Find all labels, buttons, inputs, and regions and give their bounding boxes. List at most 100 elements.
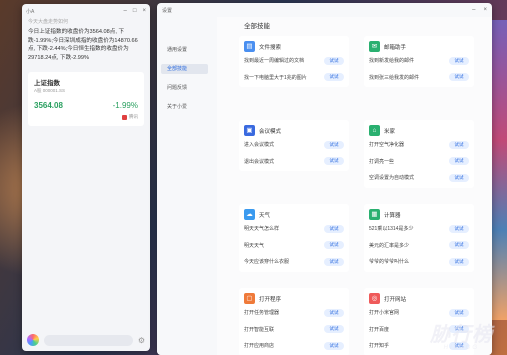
- assistant-input[interactable]: [44, 334, 133, 346]
- watermark: 胁行榜: [430, 324, 493, 346]
- try-button[interactable]: 试试: [324, 224, 344, 233]
- calculator-icon: ▦: [369, 209, 380, 220]
- try-button[interactable]: 试试: [324, 73, 344, 82]
- stock-card[interactable]: 上证指数 A股 000001.SS 3564.08 -1.99% 腾讯: [28, 72, 144, 126]
- skill-card-header: ▣ 会议模式: [244, 125, 344, 136]
- settings-titlebar: 设置 – ×: [157, 3, 492, 17]
- skill-example-text: 打开空气净化器: [369, 142, 405, 149]
- sidebar-item-feedback[interactable]: 问题反馈: [161, 83, 208, 93]
- settings-sidebar: 通用设置 全部技能 问题反馈 关于小爱: [157, 17, 212, 355]
- close-icon[interactable]: ×: [142, 8, 146, 14]
- skill-example-text: 找到张三给我发的邮件: [369, 74, 420, 81]
- settings-title: 设置: [162, 7, 173, 14]
- try-button[interactable]: 试试: [324, 325, 344, 334]
- skill-example-row: 空调设置为自动模式 试试: [369, 170, 469, 186]
- gear-icon[interactable]: ⚙: [138, 336, 145, 345]
- try-button[interactable]: 试试: [324, 56, 344, 65]
- sidebar-item-all-skills[interactable]: 全部技能: [161, 64, 208, 74]
- skill-example-row: 找到新发给我的邮件 试试: [369, 53, 469, 69]
- close-icon[interactable]: ×: [483, 7, 487, 13]
- skill-card: ▢ 打开程序 打开任务管理器 试试 打开智能互联 试试 打开应用商店 试试: [239, 288, 349, 355]
- skill-card-title: 邮箱助手: [384, 44, 407, 51]
- try-button[interactable]: 试试: [449, 56, 469, 65]
- page-title: 全部技能: [244, 23, 270, 30]
- assistant-input-bar: ⚙: [22, 329, 150, 351]
- assistant-app-label: 小A: [26, 8, 35, 15]
- stock-name: 上证指数: [34, 80, 60, 87]
- open-app-icon: ▢: [244, 293, 255, 304]
- skill-card-title: 米家: [384, 128, 396, 135]
- skill-example-text: 打开智能互联: [244, 326, 275, 333]
- file-search-icon: ▤: [244, 41, 255, 52]
- skill-card: ☁ 天气 明天天气怎么样 试试 明天天气 试试 今天应该穿什么衣服 试试: [239, 204, 349, 272]
- try-button[interactable]: 试试: [449, 73, 469, 82]
- try-button[interactable]: 试试: [324, 157, 344, 166]
- try-button[interactable]: 试试: [449, 173, 469, 182]
- skill-example-text: 打开应用商店: [244, 343, 275, 350]
- skill-example-text: 找到新发给我的邮件: [369, 58, 415, 65]
- sidebar-item-about[interactable]: 关于小爱: [161, 102, 208, 112]
- minimize-icon[interactable]: –: [472, 7, 475, 13]
- stock-source: 腾讯: [129, 114, 138, 119]
- skill-example-text: 打开小米官网: [369, 310, 400, 317]
- try-button[interactable]: 试试: [449, 224, 469, 233]
- skill-example-row: 打开空气净化器 试试: [369, 137, 469, 153]
- skill-example-text: 打开知乎: [369, 343, 390, 350]
- xiaoai-logo-icon[interactable]: [27, 334, 39, 346]
- skill-card-header: ▢ 打开程序: [244, 293, 344, 304]
- skill-card-title: 打开网站: [384, 296, 407, 303]
- skill-example-text: 找到最近一周编辑过的文档: [244, 58, 305, 65]
- skill-example-text: 进入会议模式: [244, 142, 275, 149]
- skill-card-header: ▤ 文件搜索: [244, 41, 344, 52]
- try-button[interactable]: 试试: [449, 241, 469, 250]
- skill-example-row: 找一下电脑里大于1兆的图片 试试: [244, 70, 344, 86]
- skill-card-title: 文件搜索: [259, 44, 282, 51]
- try-button[interactable]: 试试: [324, 140, 344, 149]
- assistant-reply: 今日上证指数的收盘价为3564.08点, 下跌-1.99%;今日深圳成指的收盘价…: [28, 29, 138, 61]
- stock-price: 3564.08: [34, 101, 63, 110]
- skill-example-row: 明天天气怎么样 试试: [244, 221, 344, 237]
- skill-example-row: 进入会议模式 试试: [244, 137, 344, 153]
- skill-example-row: 找到张三给我发的邮件 试试: [369, 70, 469, 86]
- skill-example-text: 打开任务管理器: [244, 310, 280, 317]
- skill-card: ▣ 会议模式 进入会议模式 试试 退出会议模式 试试: [239, 120, 349, 171]
- skills-panel: 全部技能 ▤ 文件搜索 找到最近一周编辑过的文档 试试 找一下电脑里大于1兆的图片 试试 ✉…: [217, 17, 492, 355]
- try-button[interactable]: 试试: [449, 308, 469, 317]
- skill-example-row: 打开智能互联 试试: [244, 322, 344, 338]
- try-button[interactable]: 试试: [324, 257, 344, 266]
- skill-card: ✉ 邮箱助手 找到新发给我的邮件 试试 找到张三给我发的邮件 试试: [364, 36, 474, 87]
- skill-card: ⌂ 米家 打开空气净化器 试试 打调亮一些 试试 空调设置为自动模式 试试: [364, 120, 474, 188]
- sidebar-item-general[interactable]: 通用设置: [161, 45, 208, 55]
- skill-example-row: 521乘以1314是多少 试试: [369, 221, 469, 237]
- user-query: 今天大盘走势如何: [28, 19, 69, 25]
- skill-card-header: ✉ 邮箱助手: [369, 41, 469, 52]
- try-button[interactable]: 试试: [449, 157, 469, 166]
- try-button[interactable]: 试试: [324, 241, 344, 250]
- skill-example-row: 美元的汇率是多少 试试: [369, 238, 469, 254]
- mijia-icon: ⌂: [369, 125, 380, 136]
- skill-card-title: 计算器: [384, 212, 401, 219]
- maximize-icon[interactable]: □: [133, 8, 137, 14]
- skill-example-text: 找一下电脑里大于1兆的图片: [244, 74, 307, 81]
- skill-card: ▦ 计算器 521乘以1314是多少 试试 美元的汇率是多少 试试 爷爷的爷爷叫什么 试试: [364, 204, 474, 272]
- mail-icon: ✉: [369, 41, 380, 52]
- stock-code: A股 000001.SS: [34, 88, 66, 93]
- try-button[interactable]: 试试: [324, 308, 344, 317]
- try-button[interactable]: 试试: [324, 341, 344, 350]
- minimize-icon[interactable]: –: [124, 8, 127, 14]
- watermark-sub: HIBAOG: [443, 345, 479, 351]
- meeting-icon: ▣: [244, 125, 255, 136]
- skill-example-text: 爷爷的爷爷叫什么: [369, 259, 410, 266]
- skill-card-header: ◎ 打开网站: [369, 293, 469, 304]
- skill-example-text: 空调设置为自动模式: [369, 175, 415, 182]
- try-button[interactable]: 试试: [449, 140, 469, 149]
- skill-example-text: 打调亮一些: [369, 158, 395, 165]
- weather-icon: ☁: [244, 209, 255, 220]
- skill-example-row: 打开任务管理器 试试: [244, 305, 344, 321]
- try-button[interactable]: 试试: [449, 257, 469, 266]
- skill-example-row: 打开应用商店 试试: [244, 338, 344, 354]
- skill-example-text: 明天天气怎么样: [244, 226, 280, 233]
- skill-example-row: 退出会议模式 试试: [244, 154, 344, 170]
- skill-example-text: 521乘以1314是多少: [369, 226, 414, 233]
- skill-example-row: 找到最近一周编辑过的文档 试试: [244, 53, 344, 69]
